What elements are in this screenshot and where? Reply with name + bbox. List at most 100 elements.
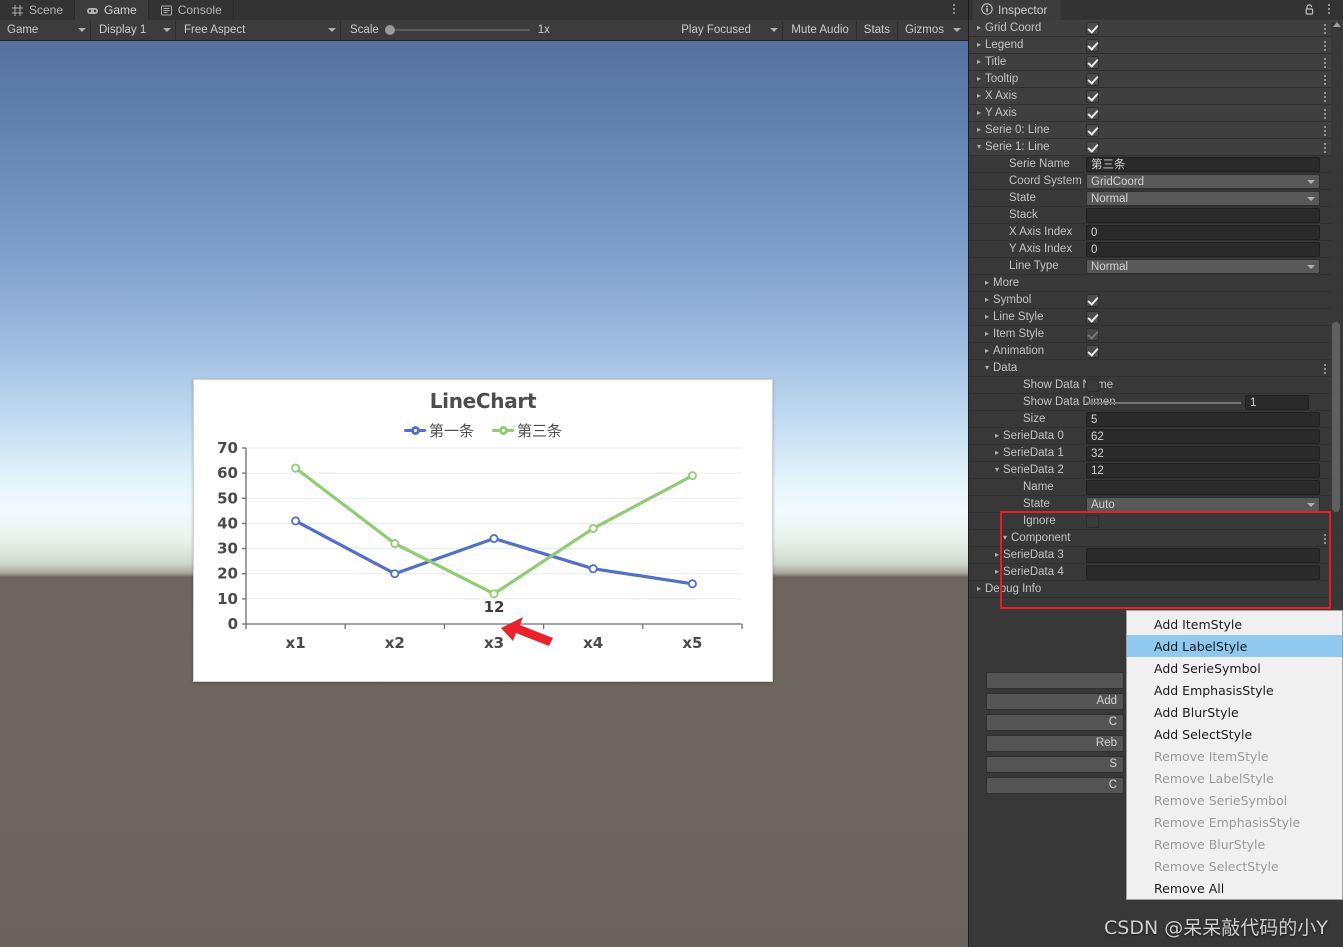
checkbox[interactable]	[1086, 294, 1099, 307]
foldout-expanded-icon[interactable]: ▾	[981, 364, 993, 372]
scale-slider-knob[interactable]	[384, 25, 395, 35]
foldout-collapsed-icon[interactable]: ▸	[981, 347, 993, 355]
text-field[interactable]: 5	[1086, 412, 1320, 427]
data-point[interactable]	[390, 539, 400, 549]
foldout-collapsed-icon[interactable]: ▸	[973, 58, 985, 66]
inspector-action-button-5[interactable]: C	[986, 777, 1124, 794]
data-point[interactable]	[291, 463, 301, 473]
tab-console[interactable]: Console	[149, 0, 234, 20]
text-field[interactable]	[1086, 208, 1320, 223]
dimension-value-field[interactable]: 1	[1245, 395, 1309, 410]
checkbox[interactable]	[1086, 56, 1099, 69]
checkbox[interactable]	[1086, 379, 1099, 392]
text-field[interactable]: 62	[1086, 429, 1320, 444]
checkbox[interactable]	[1086, 345, 1099, 358]
menu-item-remove-all[interactable]: Remove All	[1127, 877, 1342, 899]
menu-item-add-labelstyle[interactable]: Add LabelStyle	[1127, 635, 1342, 657]
view-options-kebab-icon[interactable]	[948, 2, 962, 18]
row-options-kebab-icon[interactable]	[1319, 107, 1331, 120]
row-options-kebab-icon[interactable]	[1319, 56, 1331, 69]
foldout-collapsed-icon[interactable]: ▸	[981, 330, 993, 338]
checkbox[interactable]	[1086, 311, 1099, 324]
checkbox[interactable]	[1086, 90, 1099, 103]
row-options-kebab-icon[interactable]	[1319, 39, 1331, 52]
row-options-kebab-icon[interactable]	[1319, 124, 1331, 137]
data-point[interactable]	[588, 523, 598, 533]
foldout-collapsed-icon[interactable]: ▸	[973, 41, 985, 49]
row-options-kebab-icon[interactable]	[1319, 532, 1331, 545]
dropdown-field[interactable]: Normal	[1086, 191, 1320, 206]
dropdown-field[interactable]: Normal	[1086, 259, 1320, 274]
row-options-kebab-icon[interactable]	[1319, 73, 1331, 86]
scrollbar-thumb[interactable]	[1332, 322, 1340, 512]
inspector-options-kebab-icon[interactable]	[1323, 2, 1337, 18]
tab-inspector[interactable]: Inspector	[973, 0, 1062, 20]
dropdown-field[interactable]: GridCoord	[1086, 174, 1320, 189]
lock-icon[interactable]	[1303, 3, 1317, 17]
display-dropdown[interactable]: Display 1	[93, 20, 176, 40]
foldout-collapsed-icon[interactable]: ▸	[973, 24, 985, 32]
gizmos-button[interactable]: Gizmos	[898, 21, 951, 40]
data-point[interactable]	[291, 516, 301, 526]
text-field[interactable]	[1086, 548, 1320, 563]
data-point[interactable]	[687, 579, 697, 589]
inspector-action-button-0[interactable]	[986, 672, 1124, 689]
mute-audio-button[interactable]: Mute Audio	[784, 20, 857, 40]
data-point[interactable]	[489, 589, 499, 599]
inspector-action-button-2[interactable]: C	[986, 714, 1124, 731]
text-field[interactable]	[1086, 480, 1320, 495]
data-point[interactable]	[489, 534, 499, 544]
row-options-kebab-icon[interactable]	[1319, 90, 1331, 103]
text-field[interactable]	[1086, 565, 1320, 580]
foldout-collapsed-icon[interactable]: ▸	[973, 585, 985, 593]
foldout-collapsed-icon[interactable]: ▸	[991, 432, 1003, 440]
foldout-collapsed-icon[interactable]: ▸	[981, 279, 993, 287]
stats-button[interactable]: Stats	[857, 20, 899, 40]
inspector-action-button-4[interactable]: S	[986, 756, 1124, 773]
foldout-collapsed-icon[interactable]: ▸	[973, 109, 985, 117]
inspector-action-button-1[interactable]: Add	[986, 693, 1124, 710]
foldout-collapsed-icon[interactable]: ▸	[981, 296, 993, 304]
menu-item-add-selectstyle[interactable]: Add SelectStyle	[1127, 723, 1342, 745]
checkbox[interactable]	[1086, 22, 1099, 35]
checkbox[interactable]	[1086, 107, 1099, 120]
play-mode-dropdown[interactable]: Play Focused	[675, 20, 784, 40]
data-point[interactable]	[390, 569, 400, 579]
game-target-dropdown[interactable]: Game	[1, 20, 91, 40]
foldout-expanded-icon[interactable]: ▾	[991, 466, 1003, 474]
data-point[interactable]	[687, 471, 697, 481]
text-field[interactable]: 0	[1086, 225, 1320, 240]
gizmos-dropdown[interactable]	[951, 21, 968, 40]
text-field[interactable]: 12	[1086, 463, 1320, 478]
foldout-collapsed-icon[interactable]: ▸	[981, 313, 993, 321]
menu-item-add-blurstyle[interactable]: Add BlurStyle	[1127, 701, 1342, 723]
foldout-collapsed-icon[interactable]: ▸	[973, 92, 985, 100]
foldout-collapsed-icon[interactable]: ▸	[991, 551, 1003, 559]
menu-item-add-emphasisstyle[interactable]: Add EmphasisStyle	[1127, 679, 1342, 701]
foldout-collapsed-icon[interactable]: ▸	[973, 75, 985, 83]
scale-slider[interactable]	[384, 25, 530, 35]
dimension-slider[interactable]	[1086, 402, 1241, 404]
row-options-kebab-icon[interactable]	[1319, 141, 1331, 154]
menu-item-add-seriesymbol[interactable]: Add SerieSymbol	[1127, 657, 1342, 679]
text-field[interactable]: 32	[1086, 446, 1320, 461]
foldout-collapsed-icon[interactable]: ▸	[991, 568, 1003, 576]
text-field[interactable]: 第三条	[1086, 157, 1320, 172]
row-options-kebab-icon[interactable]	[1319, 22, 1331, 35]
checkbox[interactable]	[1086, 141, 1099, 154]
inspector-action-button-3[interactable]: Reb	[986, 735, 1124, 752]
row-options-kebab-icon[interactable]	[1319, 362, 1331, 375]
checkbox[interactable]	[1086, 328, 1099, 341]
tab-scene[interactable]: Scene	[0, 0, 76, 20]
foldout-expanded-icon[interactable]: ▾	[999, 534, 1011, 542]
foldout-expanded-icon[interactable]: ▾	[973, 143, 985, 151]
scroll-up-arrow-icon[interactable]	[1333, 22, 1341, 27]
checkbox[interactable]	[1086, 73, 1099, 86]
checkbox[interactable]	[1086, 124, 1099, 137]
checkbox[interactable]	[1086, 515, 1099, 528]
checkbox[interactable]	[1086, 39, 1099, 52]
foldout-collapsed-icon[interactable]: ▸	[991, 449, 1003, 457]
text-field[interactable]: 0	[1086, 242, 1320, 257]
menu-item-add-itemstyle[interactable]: Add ItemStyle	[1127, 613, 1342, 635]
aspect-dropdown[interactable]: Free Aspect	[178, 20, 341, 40]
